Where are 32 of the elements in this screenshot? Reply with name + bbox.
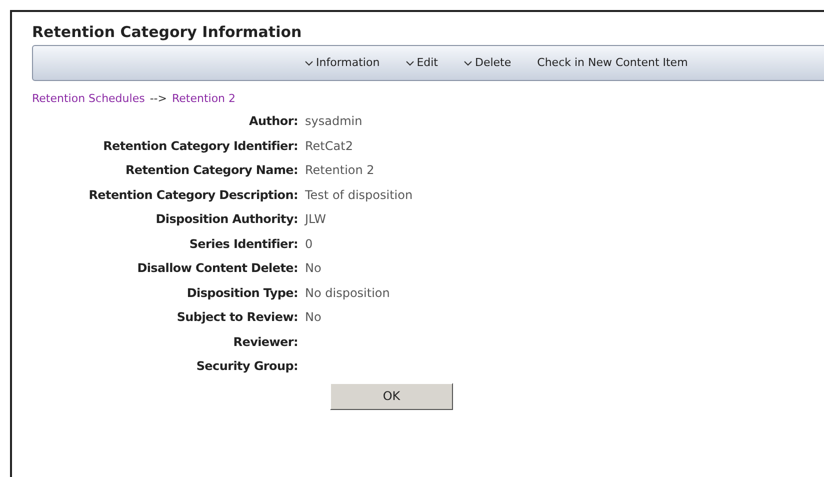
field-label: Series Identifier: <box>188 236 299 253</box>
field-label: Reviewer: <box>232 334 299 351</box>
field-value: No disposition <box>305 284 390 302</box>
field-value: 0 <box>305 236 313 253</box>
breadcrumb-separator: --> <box>150 91 167 107</box>
caret-icon <box>464 60 472 66</box>
field-label: Disposition Authority: <box>154 211 299 228</box>
breadcrumb-link[interactable]: Retention 2 <box>172 91 236 107</box>
toolbar-menu[interactable]: Delete <box>464 54 512 72</box>
field-label: Retention Category Identifier: <box>102 138 299 155</box>
caret-icon <box>305 60 313 66</box>
caret-icon <box>406 60 414 66</box>
field-value: Test of disposition <box>305 186 413 204</box>
field-label: Disallow Content Delete: <box>136 260 299 278</box>
field-value: sysadmin <box>305 113 362 130</box>
toolbar-link[interactable]: Check in New Content Item <box>537 54 688 72</box>
field-value: No <box>305 309 322 326</box>
toolbar-menu[interactable]: Information <box>305 54 380 72</box>
page-title: Retention Category Information <box>32 22 303 42</box>
field-label: Retention Category Description: <box>88 186 299 204</box>
field-value: RetCat2 <box>305 138 353 155</box>
field-label: Security Group: <box>195 358 299 376</box>
field-label: Author: <box>248 113 299 130</box>
field-label: Retention Category Name: <box>124 162 299 180</box>
breadcrumb-link[interactable]: Retention Schedules <box>32 91 145 107</box>
field-label: Subject to Review: <box>176 309 299 326</box>
field-value: Retention 2 <box>305 162 374 180</box>
toolbar-menu[interactable]: Edit <box>406 54 438 72</box>
ok-button[interactable]: OK <box>330 382 453 410</box>
field-label: Disposition Type: <box>186 284 299 302</box>
field-value: No <box>305 260 322 278</box>
field-value: JLW <box>305 211 326 228</box>
